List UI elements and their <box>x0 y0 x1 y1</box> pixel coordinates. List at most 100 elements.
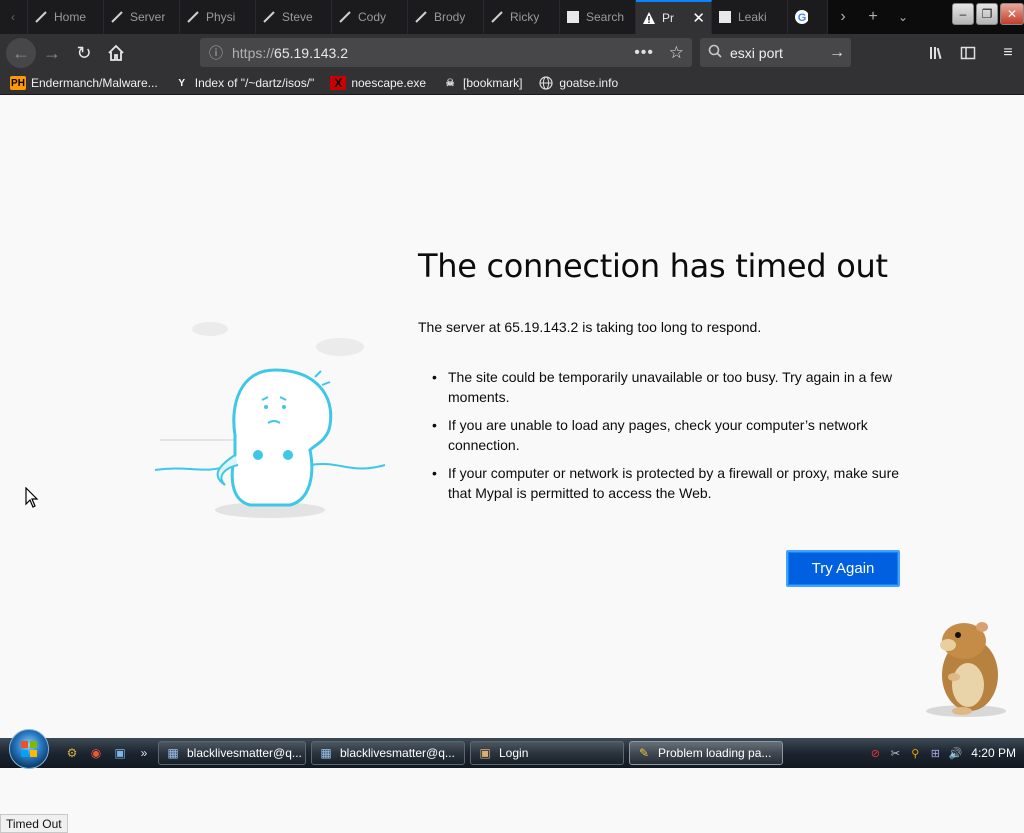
login-icon: ▣ <box>479 746 491 760</box>
restore-button[interactable]: ❐ <box>976 3 998 25</box>
tool-icon[interactable]: ✂ <box>887 745 903 761</box>
bookmark-item[interactable]: Y Index of "/~dartz/isos/" <box>164 76 321 90</box>
tab-home[interactable]: Home <box>28 0 104 34</box>
close-tab-icon[interactable]: ✕ <box>692 9 705 27</box>
disconnected-dino-illustration <box>154 322 386 518</box>
taskbar-button[interactable]: ✎ Problem loading pa... <box>629 741 783 765</box>
tab-title: Cody <box>358 10 387 24</box>
bullet: • <box>432 465 437 481</box>
tab-physi[interactable]: Physi <box>180 0 256 34</box>
suggestion-text: The site could be temporarily unavailabl… <box>448 369 893 405</box>
suggestion-list: • The site could be temporarily unavailab… <box>432 367 902 511</box>
taskbar: ⚙ ◉ ▣ » ▦ blacklivesmatter@q... ▦ blackliv… <box>0 729 1024 769</box>
status-tooltip: Timed Out <box>0 814 68 833</box>
bookmark-label: [bookmark] <box>463 76 523 90</box>
new-tab-icon[interactable]: + <box>858 0 888 34</box>
taskbar-button[interactable]: ▦ blacklivesmatter@q... <box>158 741 306 765</box>
tab-leaki[interactable]: Leaki <box>712 0 788 34</box>
bullet: • <box>432 369 437 385</box>
browser-icon[interactable]: ◉ <box>87 744 105 762</box>
desktop-icon[interactable]: ▣ <box>111 744 129 762</box>
search-input[interactable]: esxi port → <box>700 38 851 67</box>
list-item: • If you are unable to load any pages, ch… <box>432 415 902 455</box>
clock[interactable]: 4:20 PM <box>971 746 1016 760</box>
tab-title: Leaki <box>738 10 767 24</box>
taskbar-label: Problem loading pa... <box>658 746 772 760</box>
tab-steve[interactable]: Steve <box>256 0 332 34</box>
taskbar-button[interactable]: ▦ blacklivesmatter@q... <box>311 741 465 765</box>
taskbar-button[interactable]: ▣ Login <box>470 741 624 765</box>
tab-scroll-left[interactable]: ‹ <box>0 0 28 34</box>
bookmark-star-icon[interactable]: ☆ <box>669 43 684 63</box>
tab-bar: ‹ Home Server Physi Steve Cody Brody Ric… <box>0 0 1024 34</box>
search-go-icon[interactable]: → <box>829 44 845 62</box>
tab-ricky[interactable]: Ricky <box>484 0 560 34</box>
tab-scroll-right-icon[interactable]: › <box>828 0 858 34</box>
quick-launch: ⚙ ◉ ▣ » <box>63 744 153 762</box>
chevron-left-icon: ‹ <box>11 10 15 24</box>
pencil-icon <box>186 10 200 24</box>
menu-icon[interactable]: ≡ <box>992 37 1024 69</box>
url-protocol: https:// <box>232 44 275 61</box>
library-icon[interactable] <box>920 37 952 69</box>
tab-title: Pr <box>662 11 674 25</box>
error-description: The server at 65.19.143.2 is taking too … <box>418 319 762 335</box>
hamster-mascot-icon <box>926 622 1006 717</box>
volume-icon[interactable]: 🔊 <box>947 745 963 761</box>
settings-icon[interactable]: ⚙ <box>63 744 81 762</box>
magnifier-icon[interactable]: ⚲ <box>907 745 923 761</box>
bookmark-label: goatse.info <box>559 76 619 90</box>
ph-icon: PH <box>10 76 26 90</box>
tab-problem-loading[interactable]: Pr ✕ <box>636 0 712 34</box>
reload-button[interactable]: ↻ <box>68 37 100 69</box>
tab-google[interactable]: G <box>788 0 828 34</box>
list-all-tabs-icon[interactable]: ⌄ <box>888 0 918 34</box>
close-window-button[interactable]: ✕ <box>1000 3 1024 25</box>
blocked-icon[interactable]: ⊘ <box>867 745 883 761</box>
toolbar-right: ≡ <box>920 34 1024 72</box>
bookmark-label: noescape.exe <box>351 76 427 90</box>
tab-title: Brody <box>434 10 466 24</box>
svg-text:G: G <box>798 12 807 24</box>
forward-button[interactable]: → <box>36 37 68 69</box>
sidebar-icon[interactable] <box>952 37 984 69</box>
search-icon <box>700 44 730 61</box>
pencil-icon <box>338 10 352 24</box>
url-bar[interactable]: ⓘ https://65.19.143.2 ••• ☆ <box>200 38 692 67</box>
tab-title: Physi <box>206 10 236 24</box>
bookmark-item[interactable]: ☠ [bookmark] <box>432 76 528 90</box>
bookmark-item[interactable]: goatse.info <box>528 76 624 90</box>
google-icon: G <box>794 10 808 24</box>
suggestion-text: If your computer or network is protected… <box>448 465 900 501</box>
page-title: The connection has timed out <box>418 247 888 285</box>
start-button[interactable] <box>9 729 49 769</box>
bookmarks-toolbar: PH Endermanch/Malware... Y Index of "/~dar… <box>0 72 1024 95</box>
tab-search[interactable]: Search <box>560 0 636 34</box>
tab-server[interactable]: Server <box>104 0 180 34</box>
minimize-button[interactable]: – <box>952 3 974 25</box>
page-actions-icon[interactable]: ••• <box>634 44 654 62</box>
back-button[interactable]: ← <box>6 38 36 68</box>
tab-brody[interactable]: Brody <box>408 0 484 34</box>
window-icon: ▦ <box>167 746 179 760</box>
more-quicklaunch-icon[interactable]: » <box>135 744 153 762</box>
network-icon[interactable]: ⊞ <box>927 745 943 761</box>
window-icon: ▦ <box>320 746 332 760</box>
site-info-icon[interactable]: ⓘ <box>200 43 232 63</box>
pencil-icon <box>262 10 276 24</box>
globe-icon <box>538 76 554 90</box>
search-value: esxi port <box>730 44 783 61</box>
bookmark-item[interactable]: Xnoescape.exe <box>320 76 432 90</box>
list-item: • The site could be temporarily unavailab… <box>432 367 902 407</box>
bookmark-item[interactable]: PH Endermanch/Malware... <box>0 76 164 90</box>
tab-cody[interactable]: Cody <box>332 0 408 34</box>
bookmark-label: Endermanch/Malware... <box>31 76 158 90</box>
pencil-icon <box>414 10 428 24</box>
doc-icon <box>718 10 732 24</box>
tab-title: Home <box>54 10 87 24</box>
pencil-icon <box>110 10 124 24</box>
taskbar-label: blacklivesmatter@q... <box>340 746 455 760</box>
windows-logo-icon <box>21 741 37 757</box>
try-again-button[interactable]: Try Again <box>786 550 900 587</box>
home-button[interactable] <box>100 37 132 69</box>
